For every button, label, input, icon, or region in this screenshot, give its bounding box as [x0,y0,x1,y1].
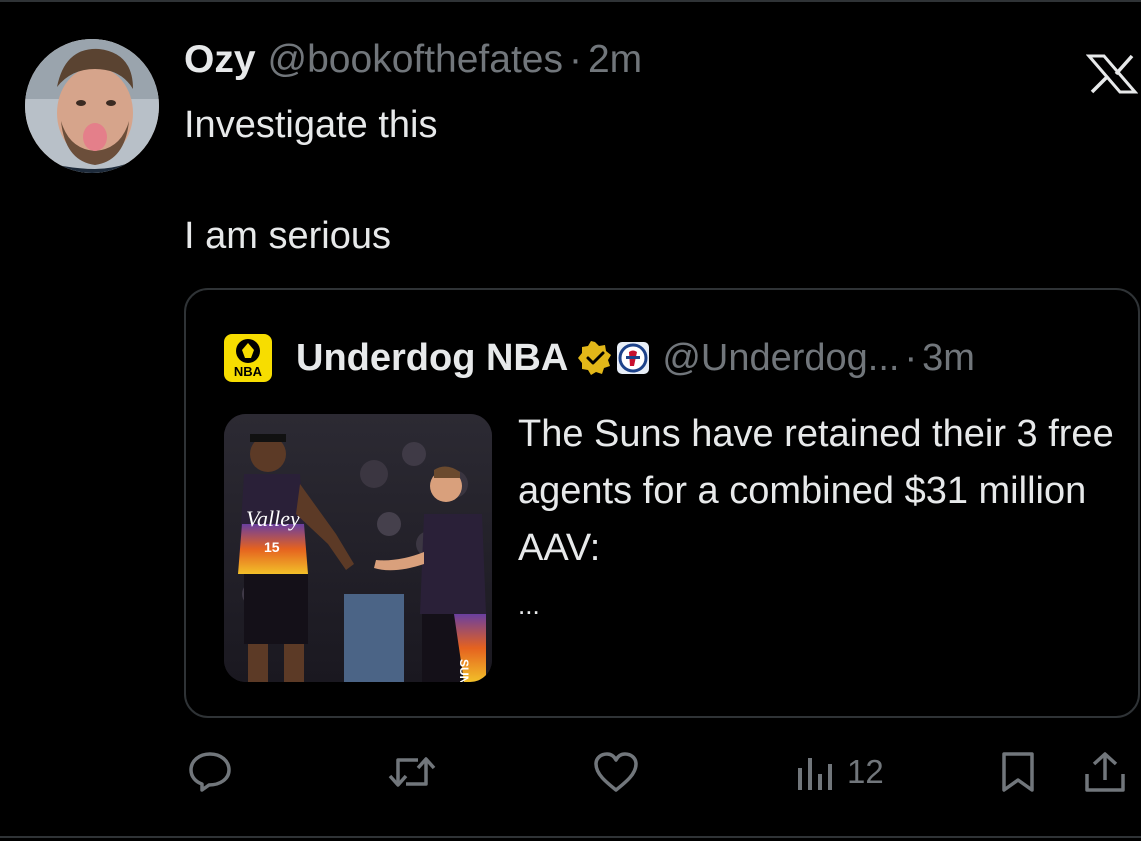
quote-text: The Suns have retained their 3 free agen… [518,413,1114,569]
quote-header: Underdog NBA @Underdog... · 3m [296,334,975,382]
tweet-text-line-2: I am serious [184,215,391,257]
logo-text: NBA [233,364,263,379]
tweet-text-line-1: Investigate this [184,104,438,146]
affiliate-badge-icon [617,342,650,374]
author-avatar[interactable] [25,39,159,173]
quote-author-name[interactable]: Underdog NBA [296,337,568,380]
like-button[interactable] [592,750,640,794]
quote-separator-dot: · [904,336,918,379]
separator-dot: · [568,38,582,81]
jersey-number: 15 [264,539,280,555]
author-handle[interactable]: @bookofthefates [268,38,563,82]
quote-author-handle[interactable]: @Underdog... [662,337,899,380]
bottom-divider [0,836,1141,838]
jersey-text: Valley [246,506,300,531]
underdog-logo-icon: NBA [224,334,272,382]
verified-gold-badge-icon [578,341,612,375]
bookmark-button[interactable] [998,750,1038,794]
reply-icon [189,752,231,792]
avatar-image [25,39,159,173]
views-icon [798,758,832,790]
bookmark-icon [1002,752,1034,792]
views-count: 12 [847,753,884,790]
quote-text-ellipsis: ... [518,590,540,620]
x-logo-icon[interactable] [1085,54,1139,94]
retweet-button[interactable] [386,750,438,794]
quote-timestamp[interactable]: 3m [922,337,975,380]
share-button[interactable] [1082,750,1128,794]
quote-media-thumbnail[interactable]: Valley 15 SUNS [224,414,492,682]
shorts-text: SUNS [457,659,471,682]
top-divider [0,0,1141,2]
retweet-icon [388,757,436,787]
views-button[interactable]: 12 [795,750,884,794]
author-name[interactable]: Ozy [184,38,256,82]
share-icon [1085,752,1125,792]
tweet-timestamp[interactable]: 2m [588,38,642,82]
quoted-tweet-card[interactable]: NBA Underdog NBA @Underdog... · 3m Valle… [184,288,1140,718]
reply-button[interactable] [187,750,233,794]
tweet-header: Ozy @bookofthefates · 2m [184,38,642,82]
heart-icon [594,752,638,792]
